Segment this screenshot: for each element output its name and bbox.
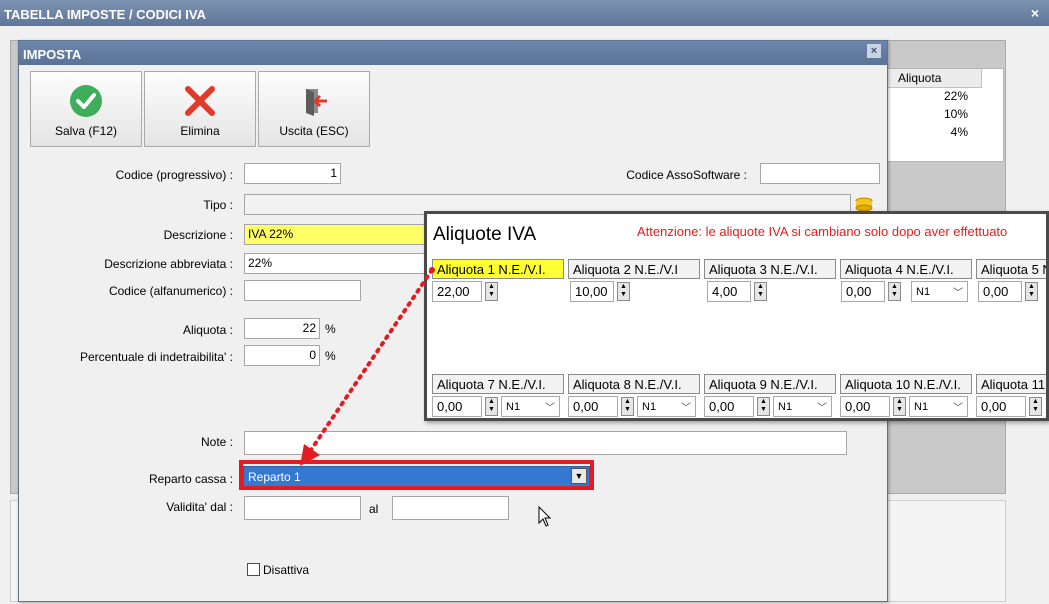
annotation-arrow: [300, 267, 435, 466]
